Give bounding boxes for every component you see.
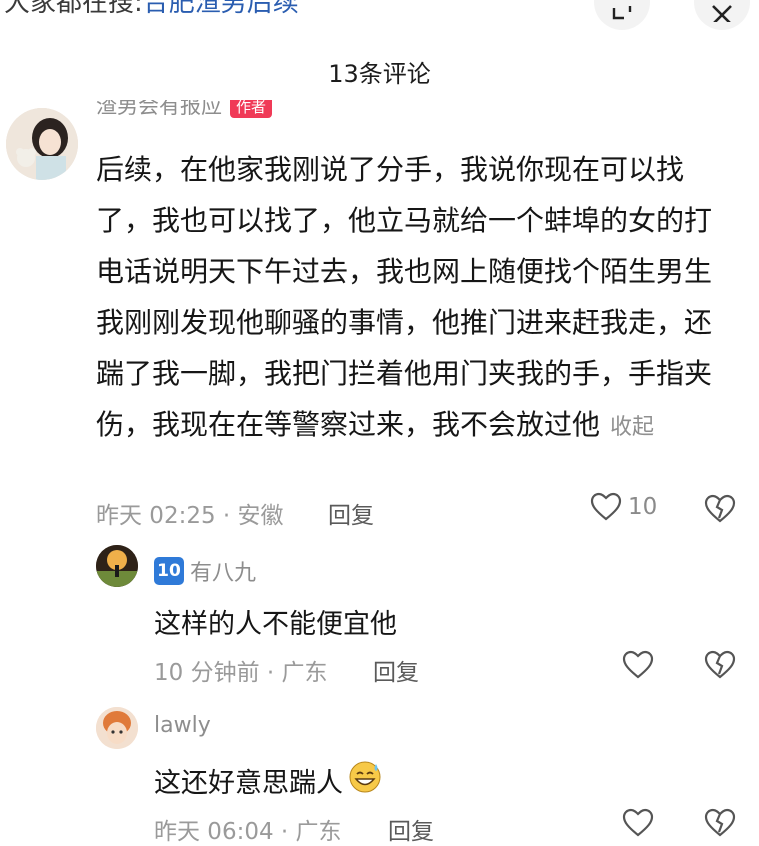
broken-heart-icon xyxy=(704,494,736,523)
close-icon xyxy=(712,5,732,22)
sweat-smile-emoji-icon xyxy=(347,760,383,801)
dislike-button[interactable] xyxy=(704,494,736,528)
author-name[interactable]: 渣男会有报应 xyxy=(96,100,222,118)
comment-count-title: 13条评论 xyxy=(328,60,431,88)
broken-heart-icon xyxy=(704,808,736,837)
reply-button[interactable]: 回复 xyxy=(388,812,434,846)
search-icon xyxy=(299,0,320,2)
reply-button[interactable]: 回复 xyxy=(328,496,374,530)
comment-time-location: 昨天 02:25 · 安徽 xyxy=(96,503,284,529)
reply-avatar[interactable] xyxy=(96,707,138,749)
collapse-link[interactable]: 收起 xyxy=(610,415,654,440)
reply-time-location: 昨天 06:04 · 广东 xyxy=(154,819,342,845)
keycap-ten-badge: 10 xyxy=(154,557,184,585)
reply-author-name[interactable]: lawly xyxy=(154,713,211,738)
reply-text: 这样的人不能便宜他 xyxy=(154,609,397,640)
dislike-button[interactable] xyxy=(704,650,736,684)
reply-avatar[interactable] xyxy=(96,545,138,587)
broken-heart-icon xyxy=(704,650,736,679)
like-button[interactable] xyxy=(622,808,654,842)
search-hint-keyword[interactable]: 合肥渣男后续 xyxy=(143,0,299,18)
dislike-button[interactable] xyxy=(704,808,736,842)
reply-text-body: 这还好意思踹人 xyxy=(154,768,343,799)
like-button[interactable] xyxy=(622,650,654,684)
comment-text: 后续，在他家我刚说了分手，我说你现在可以找了，我也可以找了，他立马就给一个蚌埠的… xyxy=(96,144,736,453)
like-button[interactable]: 10 xyxy=(590,492,657,522)
heart-icon xyxy=(622,808,654,837)
expand-icon xyxy=(612,6,632,20)
reply-author-name[interactable]: 有八九 xyxy=(190,555,256,587)
search-hint[interactable]: 大家都在搜:合肥渣男后续 xyxy=(4,0,320,19)
reply-time-location: 10 分钟前 · 广东 xyxy=(154,660,328,686)
author-badge: 作者 xyxy=(230,100,273,118)
reply-author[interactable]: 10 有八九 xyxy=(154,555,256,587)
like-count: 10 xyxy=(628,494,658,520)
comment-author[interactable]: 渣男会有报应 作者 xyxy=(96,100,273,128)
search-hint-prefix: 大家都在搜: xyxy=(4,0,143,18)
comment-body: 后续，在他家我刚说了分手，我说你现在可以找了，我也可以找了，他立马就给一个蚌埠的… xyxy=(96,153,713,441)
heart-icon xyxy=(590,492,622,521)
avatar[interactable] xyxy=(6,108,78,180)
reply-text: 这还好意思踹人 xyxy=(154,760,383,801)
reply-button[interactable]: 回复 xyxy=(373,653,419,687)
heart-icon xyxy=(622,650,654,679)
